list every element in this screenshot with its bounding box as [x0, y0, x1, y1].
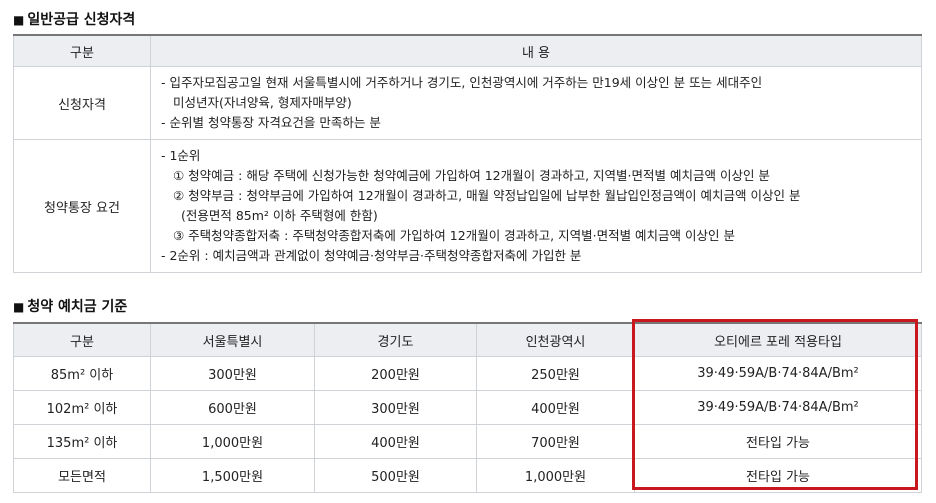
- row-label: 신청자격: [13, 66, 151, 140]
- header-applicable-type: 오티에르 포레 적용타입: [634, 322, 922, 357]
- square-bullet-icon: ■: [13, 13, 25, 27]
- content-line: - 순위별 청약통장 자격요건을 만족하는 분: [161, 115, 381, 130]
- table-row: 135m² 이하 1,000만원 400만원 700만원 전타입 가능: [13, 424, 922, 459]
- table-header-row: 구분 내 용: [13, 34, 922, 67]
- content-line: (전용면적 85m² 이하 주택형에 한함): [181, 208, 378, 223]
- cell-applicable-type: 전타입 가능: [634, 424, 922, 459]
- header-category: 구분: [13, 34, 151, 67]
- section-title-deposit: ■ 청약 예치금 기준: [13, 299, 128, 315]
- cell-seoul: 1,000만원: [150, 424, 315, 459]
- content-line: - 2순위 : 예치금액과 관계없이 청약예금·청약부금·주택청약종합저축에 가…: [161, 248, 582, 263]
- table-header-row: 구분 서울특별시 경기도 인천광역시 오티에르 포레 적용타입: [13, 322, 922, 357]
- cell-area: 102m² 이하: [13, 390, 151, 425]
- deposit-table: 구분 서울특별시 경기도 인천광역시 오티에르 포레 적용타입 85m² 이하 …: [13, 322, 922, 493]
- cell-seoul: 600만원: [150, 390, 315, 425]
- content-line: ① 청약예금 : 해당 주택에 신청가능한 청약예금에 가입하여 12개월이 경…: [173, 168, 770, 183]
- cell-incheon: 1,000만원: [476, 458, 635, 493]
- table-row: 청약통장 요건 - 1순위 ① 청약예금 : 해당 주택에 신청가능한 청약예금…: [13, 139, 922, 273]
- section-title-eligibility: ■ 일반공급 신청자격: [13, 12, 136, 28]
- cell-area: 135m² 이하: [13, 424, 151, 459]
- cell-seoul: 300만원: [150, 356, 315, 391]
- cell-gyeonggi: 400만원: [314, 424, 477, 459]
- square-bullet-icon: ■: [13, 300, 25, 314]
- cell-incheon: 400만원: [476, 390, 635, 425]
- cell-incheon: 250만원: [476, 356, 635, 391]
- cell-area: 모든면적: [13, 458, 151, 493]
- cell-gyeonggi: 200만원: [314, 356, 477, 391]
- table-row: 모든면적 1,500만원 500만원 1,000만원 전타입 가능: [13, 458, 922, 493]
- header-seoul: 서울특별시: [150, 322, 315, 357]
- cell-incheon: 700만원: [476, 424, 635, 459]
- header-category: 구분: [13, 322, 151, 357]
- content-line: - 1순위: [161, 148, 201, 163]
- table-row: 신청자격 - 입주자모집공고일 현재 서울특별시에 거주하거나 경기도, 인천광…: [13, 66, 922, 140]
- content-line: 미성년자(자녀양육, 형제자매부양): [173, 95, 352, 110]
- cell-seoul: 1,500만원: [150, 458, 315, 493]
- cell-area: 85m² 이하: [13, 356, 151, 391]
- content-line: ③ 주택청약종합저축 : 주택청약종합저축에 가입하여 12개월이 경과하고, …: [173, 228, 736, 243]
- cell-applicable-type: 39·49·59A/B·74·84A/Bm²: [634, 390, 922, 425]
- row-content: - 1순위 ① 청약예금 : 해당 주택에 신청가능한 청약예금에 가입하여 1…: [150, 139, 922, 273]
- header-gyeonggi: 경기도: [314, 322, 477, 357]
- row-label: 청약통장 요건: [13, 139, 151, 273]
- content-line: ② 청약부금 : 청약부금에 가입하여 12개월이 경과하고, 매월 약정납입일…: [173, 188, 801, 203]
- row-content: - 입주자모집공고일 현재 서울특별시에 거주하거나 경기도, 인천광역시에 거…: [150, 66, 922, 140]
- eligibility-table: 구분 내 용 신청자격 - 입주자모집공고일 현재 서울특별시에 거주하거나 경…: [13, 34, 922, 273]
- header-content: 내 용: [150, 34, 922, 67]
- cell-applicable-type: 전타입 가능: [634, 458, 922, 493]
- cell-gyeonggi: 500만원: [314, 458, 477, 493]
- table-row: 102m² 이하 600만원 300만원 400만원 39·49·59A/B·7…: [13, 390, 922, 425]
- cell-gyeonggi: 300만원: [314, 390, 477, 425]
- table-row: 85m² 이하 300만원 200만원 250만원 39·49·59A/B·74…: [13, 356, 922, 391]
- content-line: - 입주자모집공고일 현재 서울특별시에 거주하거나 경기도, 인천광역시에 거…: [161, 75, 763, 90]
- header-incheon: 인천광역시: [476, 322, 635, 357]
- cell-applicable-type: 39·49·59A/B·74·84A/Bm²: [634, 356, 922, 391]
